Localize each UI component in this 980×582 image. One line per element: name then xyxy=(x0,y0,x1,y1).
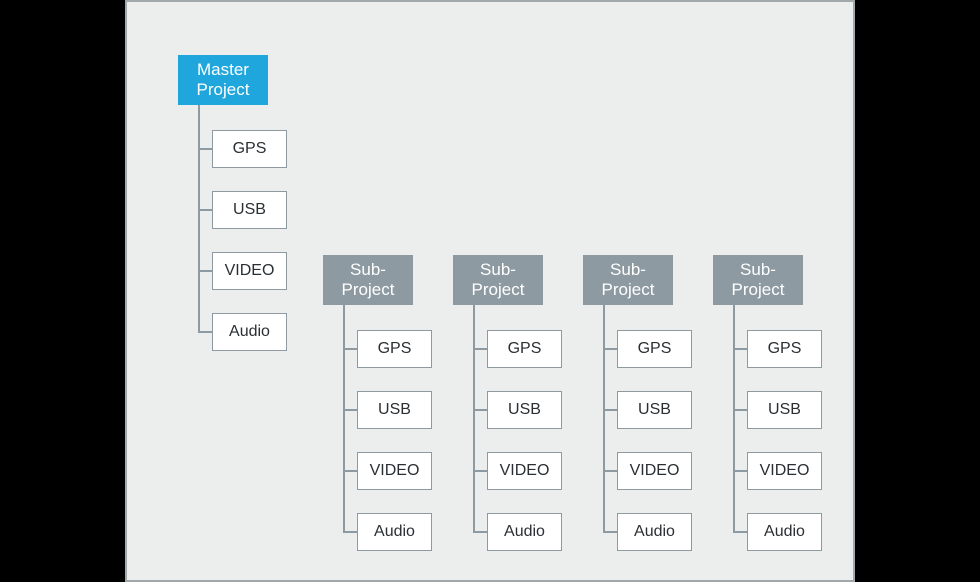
sub2-child-gps-label: GPS xyxy=(508,340,542,359)
master-child-video: VIDEO xyxy=(212,252,287,290)
sub3-line2: Project xyxy=(602,280,655,300)
sub1-branch-audio xyxy=(343,531,357,533)
sub3-branch-gps xyxy=(603,348,617,350)
sub1-child-gps-label: GPS xyxy=(378,340,412,359)
master-branch-gps xyxy=(198,148,212,150)
sub4-line2: Project xyxy=(732,280,785,300)
sub3-child-audio: Audio xyxy=(617,513,692,551)
sub4-branch-audio xyxy=(733,531,747,533)
sub4-branch-video xyxy=(733,470,747,472)
sub2-branch-usb xyxy=(473,409,487,411)
master-project-node: Master Project xyxy=(178,55,268,105)
sub3-line1: Sub- xyxy=(610,260,646,280)
sub4-child-gps: GPS xyxy=(747,330,822,368)
sub3-branch-video xyxy=(603,470,617,472)
sub-project-2-node: Sub- Project xyxy=(453,255,543,305)
sub3-branch-audio xyxy=(603,531,617,533)
diagram-canvas: Master Project GPS USB VIDEO Audio Sub- … xyxy=(125,0,855,582)
sub-project-4-node: Sub- Project xyxy=(713,255,803,305)
sub4-branch-gps xyxy=(733,348,747,350)
sub2-trunk xyxy=(473,305,475,531)
master-child-usb-label: USB xyxy=(233,201,266,220)
master-branch-audio xyxy=(198,331,212,333)
sub3-child-usb: USB xyxy=(617,391,692,429)
sub1-branch-video xyxy=(343,470,357,472)
sub3-child-usb-label: USB xyxy=(638,401,671,420)
sub2-line1: Sub- xyxy=(480,260,516,280)
sub1-child-gps: GPS xyxy=(357,330,432,368)
sub1-child-usb-label: USB xyxy=(378,401,411,420)
sub3-branch-usb xyxy=(603,409,617,411)
master-branch-usb xyxy=(198,209,212,211)
sub4-branch-usb xyxy=(733,409,747,411)
sub2-branch-gps xyxy=(473,348,487,350)
sub2-child-usb: USB xyxy=(487,391,562,429)
sub1-branch-gps xyxy=(343,348,357,350)
sub2-branch-audio xyxy=(473,531,487,533)
master-trunk xyxy=(198,105,200,331)
sub4-child-gps-label: GPS xyxy=(768,340,802,359)
sub3-child-gps: GPS xyxy=(617,330,692,368)
sub1-line1: Sub- xyxy=(350,260,386,280)
sub-project-1-node: Sub- Project xyxy=(323,255,413,305)
sub3-child-video-label: VIDEO xyxy=(630,462,680,481)
sub1-child-audio: Audio xyxy=(357,513,432,551)
sub1-line2: Project xyxy=(342,280,395,300)
master-child-gps: GPS xyxy=(212,130,287,168)
sub2-child-video-label: VIDEO xyxy=(500,462,550,481)
sub1-child-video: VIDEO xyxy=(357,452,432,490)
master-line1: Master xyxy=(197,60,249,80)
sub1-trunk xyxy=(343,305,345,531)
master-line2: Project xyxy=(197,80,250,100)
sub2-branch-video xyxy=(473,470,487,472)
master-child-video-label: VIDEO xyxy=(225,262,275,281)
sub2-child-gps: GPS xyxy=(487,330,562,368)
sub2-child-video: VIDEO xyxy=(487,452,562,490)
sub1-child-video-label: VIDEO xyxy=(370,462,420,481)
sub4-trunk xyxy=(733,305,735,531)
sub3-child-video: VIDEO xyxy=(617,452,692,490)
sub2-child-usb-label: USB xyxy=(508,401,541,420)
sub4-child-usb-label: USB xyxy=(768,401,801,420)
sub2-child-audio: Audio xyxy=(487,513,562,551)
sub4-child-usb: USB xyxy=(747,391,822,429)
master-child-gps-label: GPS xyxy=(233,140,267,159)
sub2-line2: Project xyxy=(472,280,525,300)
sub4-child-audio: Audio xyxy=(747,513,822,551)
sub1-child-audio-label: Audio xyxy=(374,523,415,542)
sub3-trunk xyxy=(603,305,605,531)
sub4-child-audio-label: Audio xyxy=(764,523,805,542)
sub4-child-video: VIDEO xyxy=(747,452,822,490)
sub-project-3-node: Sub- Project xyxy=(583,255,673,305)
sub3-child-gps-label: GPS xyxy=(638,340,672,359)
master-child-audio-label: Audio xyxy=(229,323,270,342)
master-child-usb: USB xyxy=(212,191,287,229)
sub3-child-audio-label: Audio xyxy=(634,523,675,542)
sub4-child-video-label: VIDEO xyxy=(760,462,810,481)
sub1-child-usb: USB xyxy=(357,391,432,429)
sub1-branch-usb xyxy=(343,409,357,411)
sub2-child-audio-label: Audio xyxy=(504,523,545,542)
master-child-audio: Audio xyxy=(212,313,287,351)
master-branch-video xyxy=(198,270,212,272)
sub4-line1: Sub- xyxy=(740,260,776,280)
